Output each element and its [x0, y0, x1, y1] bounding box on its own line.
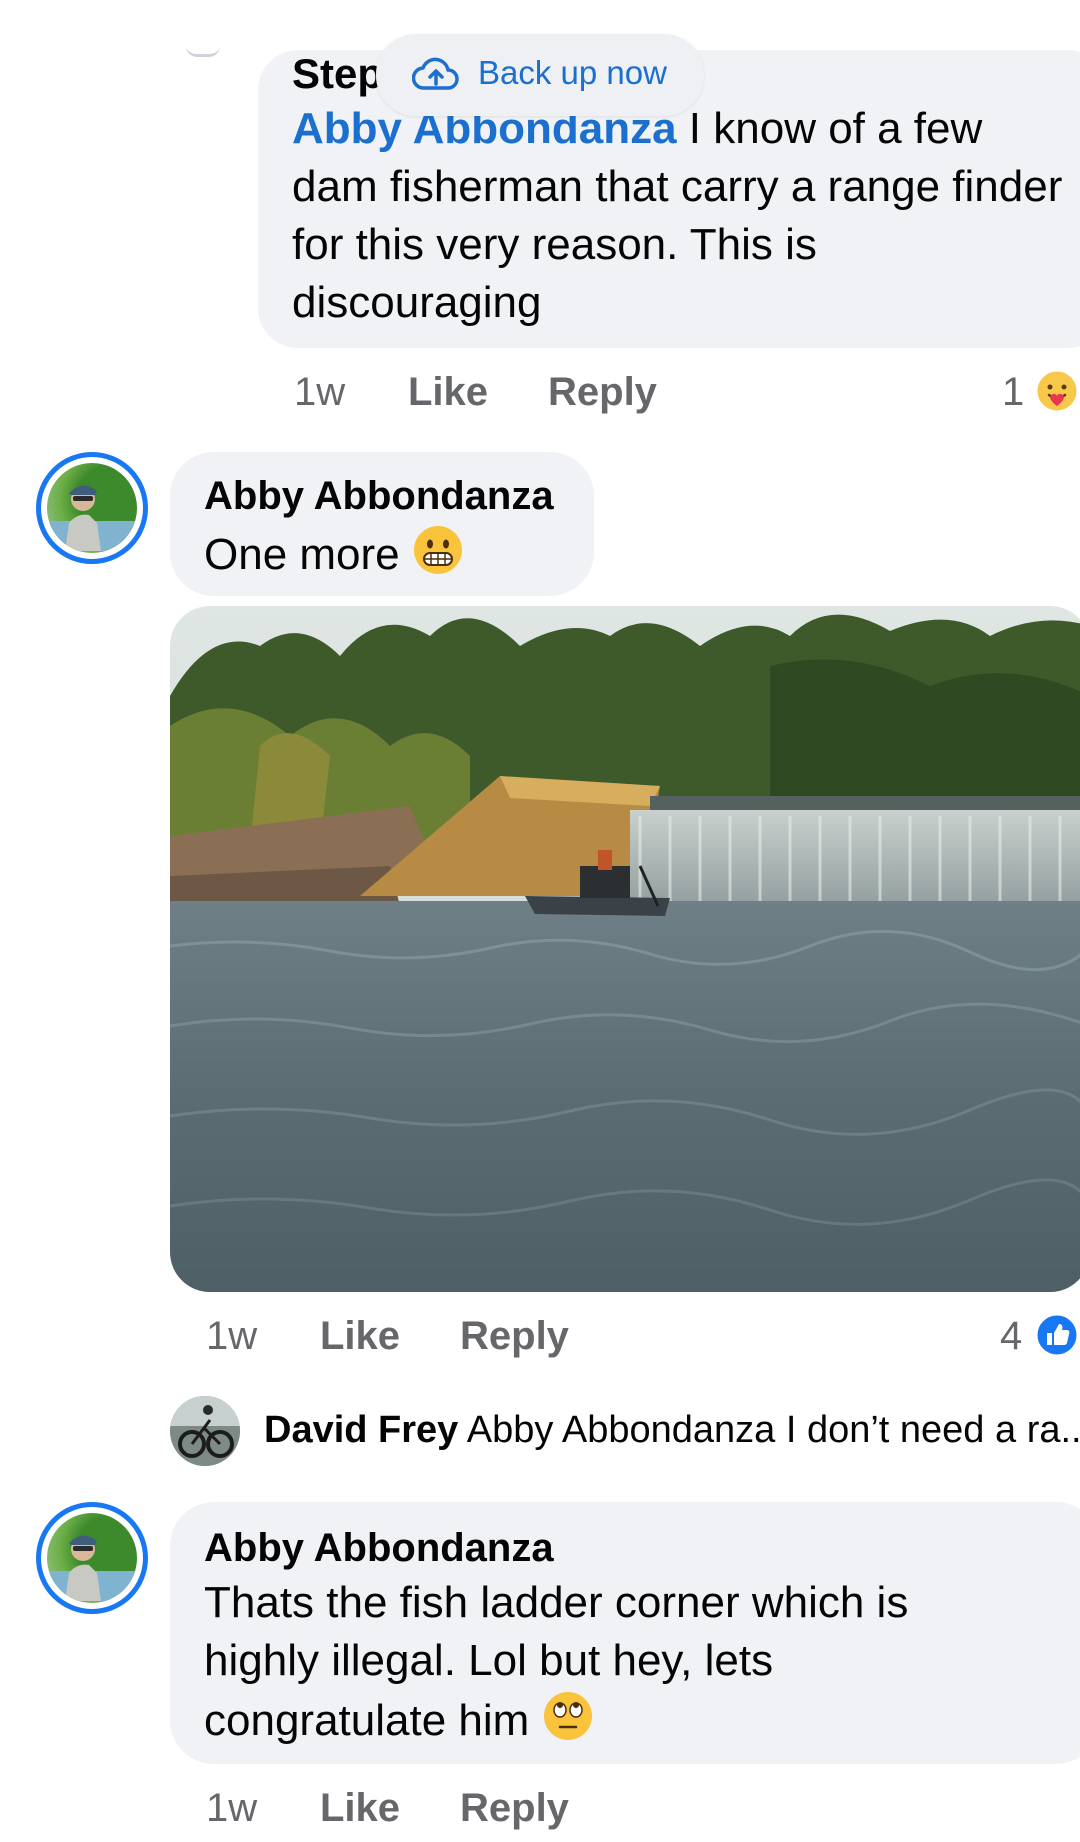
like-reaction-icon[interactable]	[1034, 1312, 1080, 1358]
comment-text: One more	[204, 524, 464, 591]
reply-snippet: Abby Abbondanza I don’t need a ra...	[466, 1409, 1080, 1451]
reply-author[interactable]: David Frey	[264, 1409, 458, 1451]
comment-author[interactable]: Abby Abbondanza	[204, 1524, 554, 1572]
comment-meta-1: 1w Like Reply 1	[294, 370, 1080, 420]
reaction-count[interactable]: 1	[1002, 370, 1024, 415]
comment-time: 1w	[294, 370, 346, 414]
comment-bubble-2: Abby Abbondanza One more	[170, 452, 594, 596]
comment-author-partial[interactable]: Step	[292, 50, 383, 98]
like-button[interactable]: Like	[320, 1314, 400, 1359]
reply-button[interactable]: Reply	[460, 1786, 569, 1831]
reaction-count[interactable]: 4	[1000, 1314, 1022, 1359]
comment-bubble-3: Abby Abbondanza Thats the fish ladder co…	[170, 1502, 1080, 1764]
comment-text: Abby Abbondanza I know of a few dam fish…	[292, 100, 1072, 332]
avatar-david-frey[interactable]	[170, 1396, 240, 1466]
care-reaction-icon[interactable]	[1034, 368, 1080, 414]
comment-photo[interactable]	[170, 606, 1080, 1292]
comment-meta-3: 1w Like Reply	[206, 1786, 806, 1836]
avatar-abby-1[interactable]	[36, 452, 148, 564]
thread-line-top	[186, 46, 220, 57]
backup-banner[interactable]: Back up now	[376, 34, 704, 116]
cloud-upload-icon	[411, 56, 460, 94]
backup-label: Back up now	[478, 54, 667, 91]
reply-preview[interactable]: David Frey Abby Abbondanza I don’t need …	[170, 1396, 1080, 1468]
grimacing-face-emoji	[412, 524, 464, 591]
reply-preview-text: David Frey Abby Abbondanza I don’t need …	[264, 1406, 1080, 1454]
avatar-image	[47, 1513, 137, 1603]
reply-button[interactable]: Reply	[460, 1314, 569, 1359]
like-button[interactable]: Like	[408, 370, 488, 415]
comment-text: Thats the fish ladder corner which is hi…	[204, 1574, 964, 1757]
avatar-abby-2[interactable]	[36, 1502, 148, 1614]
like-button[interactable]: Like	[320, 1786, 400, 1831]
face-with-rolling-eyes-emoji	[542, 1690, 594, 1757]
comment-meta-2: 1w Like Reply 4	[206, 1314, 1080, 1364]
comment-author[interactable]: Abby Abbondanza	[204, 472, 554, 520]
comment-time: 1w	[206, 1314, 258, 1358]
comment-time: 1w	[206, 1786, 258, 1830]
avatar-image	[47, 463, 137, 553]
comment-body: One more	[204, 530, 400, 580]
reply-button[interactable]: Reply	[548, 370, 657, 415]
